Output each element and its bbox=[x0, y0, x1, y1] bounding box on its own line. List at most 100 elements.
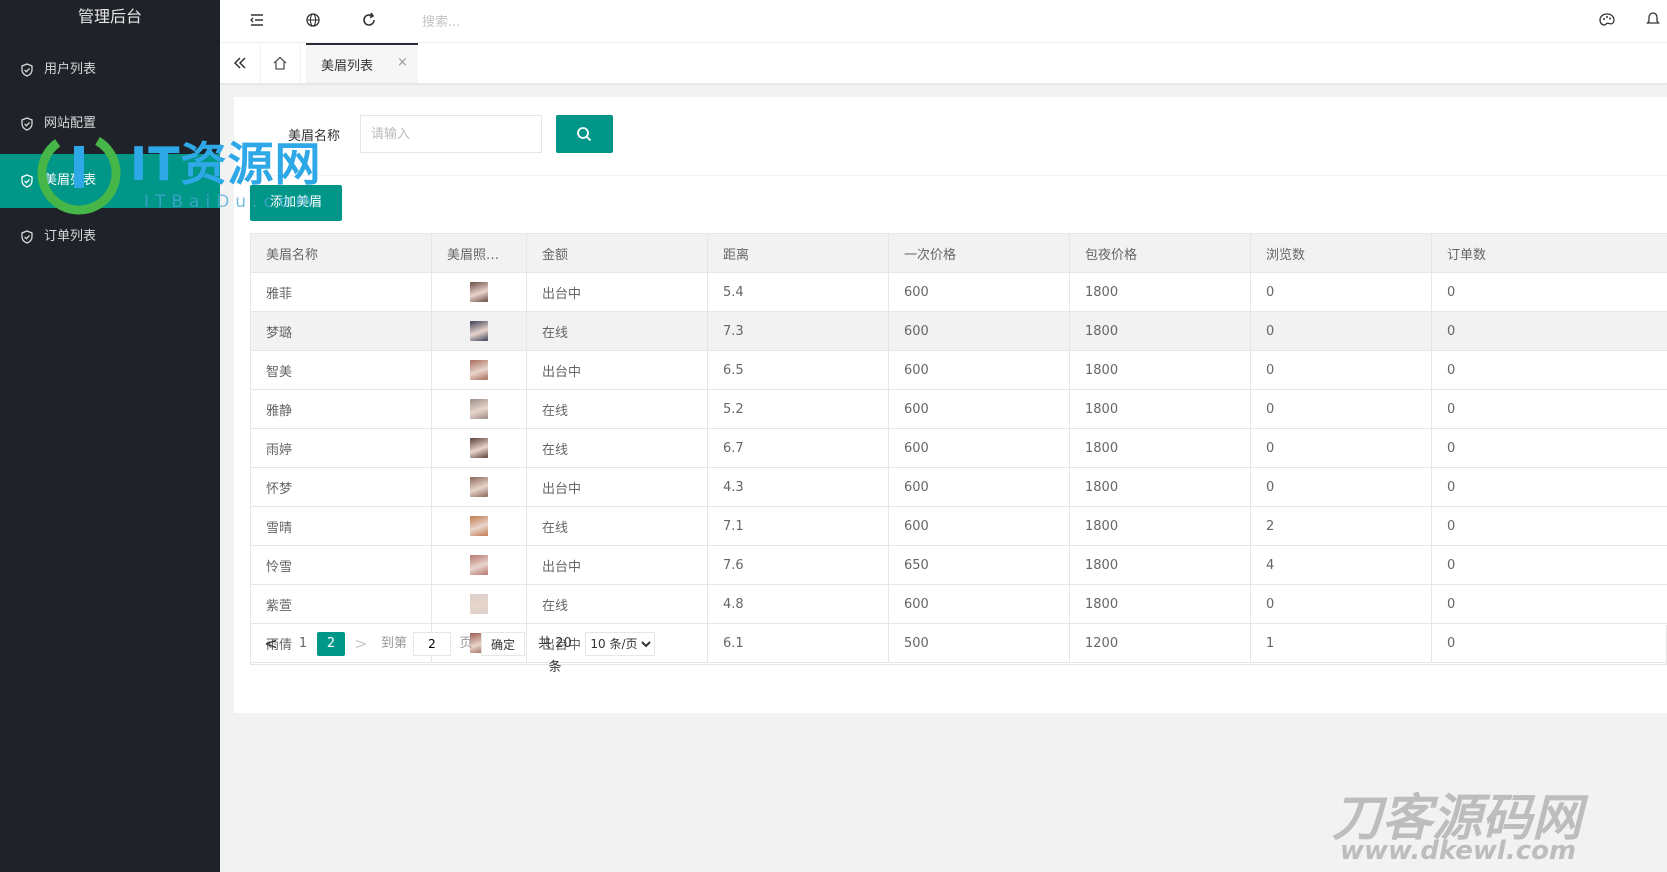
pagination-page-1[interactable]: 1 bbox=[295, 632, 311, 656]
tab-beauty-list[interactable]: 美眉列表 × bbox=[306, 43, 418, 83]
cell-night-price: 1800 bbox=[1069, 545, 1251, 585]
table-row[interactable]: 紫萱 在线 4.8 600 1800 0 0 bbox=[250, 584, 1667, 624]
cell-views: 0 bbox=[1250, 389, 1432, 429]
table-row[interactable]: 怜雪 出台中 7.6 650 1800 4 0 bbox=[250, 545, 1667, 585]
cell-views: 0 bbox=[1250, 350, 1432, 390]
beauty-photo-thumbnail[interactable] bbox=[470, 594, 488, 614]
cell-views: 0 bbox=[1250, 272, 1432, 312]
search-form: 美眉名称 bbox=[234, 97, 1667, 176]
column-header-name[interactable]: 美眉名称 bbox=[250, 233, 432, 273]
dkewl-watermark-url: www.dkewl.com bbox=[1340, 836, 1577, 866]
cell-name: 雅菲 bbox=[250, 272, 432, 312]
cell-status: 出台中 bbox=[526, 467, 708, 507]
pagination-next-button[interactable]: > bbox=[351, 632, 371, 656]
home-icon bbox=[273, 56, 287, 70]
table-row[interactable]: 雨婷 在线 6.7 600 1800 0 0 bbox=[250, 428, 1667, 468]
table-row[interactable]: 雅静 在线 5.2 600 1800 0 0 bbox=[250, 389, 1667, 429]
cell-status: 在线 bbox=[526, 506, 708, 546]
cell-views: 0 bbox=[1250, 428, 1432, 468]
beauty-photo-thumbnail[interactable] bbox=[470, 555, 488, 575]
tabs-scroll-left-button[interactable] bbox=[220, 43, 261, 83]
menu-fold-icon[interactable] bbox=[246, 9, 268, 31]
table-header-row: 美眉名称 美眉照片… 金额 距离 一次价格 包夜价格 浏览数 订单数 bbox=[250, 233, 1667, 273]
cell-orders: 0 bbox=[1431, 389, 1667, 429]
beauty-photo-thumbnail[interactable] bbox=[470, 516, 488, 536]
sidebar-item-site-config[interactable]: 网站配置 bbox=[0, 97, 220, 151]
beauty-photo-thumbnail[interactable] bbox=[470, 360, 488, 380]
name-filter-input[interactable] bbox=[360, 115, 542, 153]
shield-check-icon bbox=[21, 63, 33, 77]
cell-distance: 4.8 bbox=[707, 584, 889, 624]
sidebar-item-orders[interactable]: 订单列表 bbox=[0, 210, 220, 264]
cell-status: 出台中 bbox=[526, 272, 708, 312]
globe-icon[interactable] bbox=[302, 9, 324, 31]
cell-once-price: 600 bbox=[888, 506, 1070, 546]
header-search-input[interactable] bbox=[420, 10, 604, 34]
search-icon bbox=[577, 127, 592, 142]
cell-orders: 0 bbox=[1431, 311, 1667, 351]
column-header-once-price[interactable]: 一次价格 bbox=[888, 233, 1070, 273]
top-header bbox=[220, 0, 1667, 43]
column-header-status[interactable]: 金额 bbox=[526, 233, 708, 273]
pagination-goto-input[interactable] bbox=[413, 632, 451, 656]
notice-icon[interactable] bbox=[1642, 9, 1664, 31]
shield-check-icon bbox=[21, 174, 33, 188]
cell-name: 梦璐 bbox=[250, 311, 432, 351]
pagination-goto-suffix: 页 bbox=[459, 636, 473, 651]
photo-cell bbox=[431, 584, 527, 624]
beauty-photo-thumbnail[interactable] bbox=[470, 438, 488, 458]
pagination: < 1 2 > 到第 页 确定 共 20 条 10 条/页 bbox=[250, 625, 1667, 675]
photo-cell bbox=[431, 545, 527, 585]
table-row[interactable]: 雪晴 在线 7.1 600 1800 2 0 bbox=[250, 506, 1667, 546]
pagination-per-page-select[interactable]: 10 条/页 bbox=[585, 632, 655, 656]
tab-home-button[interactable] bbox=[260, 43, 301, 83]
cell-distance: 7.1 bbox=[707, 506, 889, 546]
photo-cell bbox=[431, 389, 527, 429]
table-row[interactable]: 梦璐 在线 7.3 600 1800 0 0 bbox=[250, 311, 1667, 351]
pagination-prev-button[interactable]: < bbox=[261, 632, 281, 656]
search-button[interactable] bbox=[556, 115, 613, 153]
table-row[interactable]: 智美 出台中 6.5 600 1800 0 0 bbox=[250, 350, 1667, 390]
cell-orders: 0 bbox=[1431, 545, 1667, 585]
sidebar-item-beauty-list[interactable]: 美眉列表 bbox=[0, 154, 220, 208]
cell-status: 出台中 bbox=[526, 350, 708, 390]
table-body: 雅菲 出台中 5.4 600 1800 0 0 梦璐 在线 7.3 600 1800 0 0 智美 出台中 6.… bbox=[250, 272, 1667, 663]
app-title: 管理后台 bbox=[77, 7, 142, 26]
cell-night-price: 1800 bbox=[1069, 311, 1251, 351]
sidebar: 管理后台 用户列表 网站配置 美眉列表 订单列表 bbox=[0, 0, 220, 872]
cell-orders: 0 bbox=[1431, 428, 1667, 468]
shield-check-icon bbox=[21, 117, 33, 131]
photo-cell bbox=[431, 467, 527, 507]
beauty-photo-thumbnail[interactable] bbox=[470, 282, 488, 302]
pagination-page-2-current[interactable]: 2 bbox=[317, 632, 345, 656]
column-header-photo[interactable]: 美眉照片… bbox=[431, 233, 527, 273]
beauty-photo-thumbnail[interactable] bbox=[470, 477, 488, 497]
table-row[interactable]: 怀梦 出台中 4.3 600 1800 0 0 bbox=[250, 467, 1667, 507]
cell-night-price: 1800 bbox=[1069, 506, 1251, 546]
theme-palette-icon[interactable] bbox=[1596, 9, 1618, 31]
sidebar-item-users[interactable]: 用户列表 bbox=[0, 43, 220, 97]
column-header-views[interactable]: 浏览数 bbox=[1250, 233, 1432, 273]
cell-name: 雪晴 bbox=[250, 506, 432, 546]
cell-night-price: 1800 bbox=[1069, 584, 1251, 624]
column-header-night-price[interactable]: 包夜价格 bbox=[1069, 233, 1251, 273]
cell-status: 在线 bbox=[526, 584, 708, 624]
cell-distance: 7.6 bbox=[707, 545, 889, 585]
add-beauty-button[interactable]: 添加美眉 bbox=[250, 185, 342, 221]
column-header-distance[interactable]: 距离 bbox=[707, 233, 889, 273]
table-row[interactable]: 雅菲 出台中 5.4 600 1800 0 0 bbox=[250, 272, 1667, 312]
photo-cell bbox=[431, 272, 527, 312]
cell-name: 怜雪 bbox=[250, 545, 432, 585]
column-header-orders[interactable]: 订单数 bbox=[1431, 233, 1667, 273]
cell-views: 4 bbox=[1250, 545, 1432, 585]
cell-once-price: 600 bbox=[888, 272, 1070, 312]
cell-name: 雨婷 bbox=[250, 428, 432, 468]
beauty-photo-thumbnail[interactable] bbox=[470, 399, 488, 419]
tab-close-icon[interactable]: × bbox=[397, 55, 408, 70]
refresh-icon[interactable] bbox=[358, 9, 380, 31]
beauty-photo-thumbnail[interactable] bbox=[470, 321, 488, 341]
cell-night-price: 1800 bbox=[1069, 467, 1251, 507]
pagination-total: 共 20 条 bbox=[538, 636, 572, 675]
cell-views: 0 bbox=[1250, 311, 1432, 351]
pagination-confirm-button[interactable]: 确定 bbox=[481, 632, 525, 656]
